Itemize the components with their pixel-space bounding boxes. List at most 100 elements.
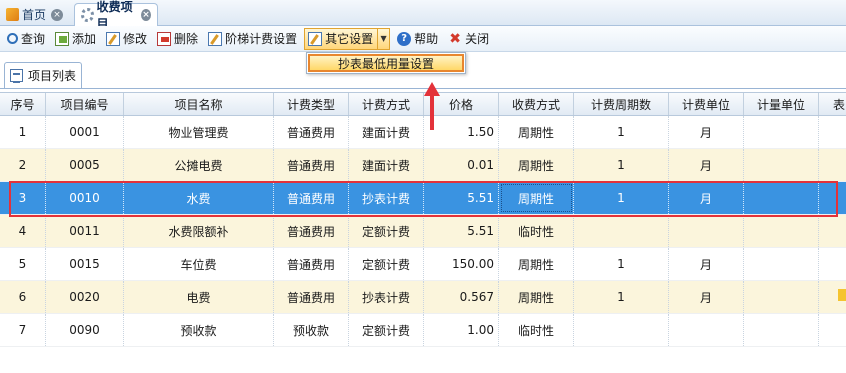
table-cell[interactable] xyxy=(574,314,669,346)
table-cell[interactable]: 临时性 xyxy=(499,314,574,346)
table-cell[interactable] xyxy=(669,314,744,346)
table-cell[interactable]: 6 xyxy=(0,281,46,313)
table-cell[interactable]: 0.01 xyxy=(424,149,499,181)
table-cell[interactable]: 0.567 xyxy=(424,281,499,313)
table-cell[interactable]: 周期性 xyxy=(499,182,574,214)
other-settings-button[interactable]: 其它设置 ▼ xyxy=(304,27,391,50)
table-cell[interactable]: 月 xyxy=(669,116,744,148)
table-cell[interactable]: 公摊电费 xyxy=(124,149,274,181)
table-cell[interactable]: 5.51 xyxy=(424,182,499,214)
table-row[interactable]: 1 0001 物业管理费 普通费用 建面计费 1.50 周期性 1 月 xyxy=(0,116,846,149)
table-cell[interactable]: 车位费 xyxy=(124,248,274,280)
table-cell[interactable]: 2 xyxy=(0,149,46,181)
table-cell[interactable] xyxy=(669,215,744,247)
table-cell[interactable] xyxy=(744,149,819,181)
chevron-down-icon[interactable]: ▼ xyxy=(377,28,389,49)
table-cell[interactable]: 定额计费 xyxy=(349,314,424,346)
table-cell[interactable]: 5.51 xyxy=(424,215,499,247)
table-cell[interactable] xyxy=(744,116,819,148)
table-cell[interactable]: 1 xyxy=(574,182,669,214)
table-cell[interactable]: 普通费用 xyxy=(274,182,349,214)
table-cell[interactable]: 月 xyxy=(669,149,744,181)
table-cell[interactable] xyxy=(819,215,846,247)
edit-button[interactable]: 修改 xyxy=(103,28,150,50)
tab-home[interactable]: 首页 × xyxy=(0,3,72,26)
table-cell[interactable]: 0015 xyxy=(46,248,124,280)
table-cell[interactable]: 5 xyxy=(0,248,46,280)
table-cell[interactable]: 7 xyxy=(0,314,46,346)
tab-fee-items[interactable]: 收费项目 × xyxy=(74,0,158,31)
table-cell[interactable]: 1 xyxy=(574,149,669,181)
table-row[interactable]: 4 0011 水费限额补 普通费用 定额计费 5.51 临时性 xyxy=(0,215,846,248)
table-cell[interactable] xyxy=(744,215,819,247)
table-cell[interactable]: 普通费用 xyxy=(274,281,349,313)
column-header[interactable]: 项目编号 xyxy=(46,93,124,115)
table-cell[interactable]: 周期性 xyxy=(499,116,574,148)
table-row[interactable]: 5 0015 车位费 普通费用 定额计费 150.00 周期性 1 月 xyxy=(0,248,846,281)
column-header[interactable]: 表 xyxy=(819,93,846,115)
table-cell[interactable]: 0090 xyxy=(46,314,124,346)
table-cell[interactable]: 月 xyxy=(669,281,744,313)
column-header[interactable]: 序号 xyxy=(0,93,46,115)
table-cell[interactable]: 1 xyxy=(574,116,669,148)
table-cell[interactable]: 普通费用 xyxy=(274,116,349,148)
close-button[interactable]: ✖ 关闭 xyxy=(445,28,492,50)
table-row[interactable]: 7 0090 预收款 预收款 定额计费 1.00 临时性 xyxy=(0,314,846,347)
table-cell[interactable]: 普通费用 xyxy=(274,215,349,247)
table-cell[interactable]: 预收款 xyxy=(124,314,274,346)
table-cell[interactable]: 1 xyxy=(574,248,669,280)
table-cell[interactable]: 周期性 xyxy=(499,149,574,181)
table-cell[interactable]: 150.00 xyxy=(424,248,499,280)
table-cell[interactable]: 0001 xyxy=(46,116,124,148)
table-cell[interactable]: 物业管理费 xyxy=(124,116,274,148)
column-header[interactable]: 计费方式 xyxy=(349,93,424,115)
column-header[interactable]: 收费方式 xyxy=(499,93,574,115)
table-cell[interactable]: 周期性 xyxy=(499,281,574,313)
table-cell[interactable] xyxy=(744,248,819,280)
table-cell[interactable]: 建面计费 xyxy=(349,149,424,181)
table-cell[interactable]: 普通费用 xyxy=(274,149,349,181)
close-icon[interactable]: × xyxy=(141,9,151,21)
table-cell[interactable] xyxy=(819,248,846,280)
close-icon[interactable]: × xyxy=(51,8,64,21)
table-cell[interactable] xyxy=(744,314,819,346)
table-cell[interactable] xyxy=(574,215,669,247)
table-cell[interactable]: 月 xyxy=(669,248,744,280)
column-header[interactable]: 计费类型 xyxy=(274,93,349,115)
table-cell[interactable]: 0005 xyxy=(46,149,124,181)
table-cell[interactable] xyxy=(819,149,846,181)
table-cell[interactable]: 普通费用 xyxy=(274,248,349,280)
table-cell[interactable] xyxy=(819,314,846,346)
table-cell[interactable]: 建面计费 xyxy=(349,116,424,148)
table-cell[interactable]: 1 xyxy=(574,281,669,313)
table-cell[interactable]: 0011 xyxy=(46,215,124,247)
table-cell[interactable] xyxy=(744,182,819,214)
table-cell[interactable]: 1 xyxy=(0,116,46,148)
table-cell[interactable]: 定额计费 xyxy=(349,248,424,280)
table-cell[interactable]: 定额计费 xyxy=(349,215,424,247)
column-header[interactable]: 计费周期数 xyxy=(574,93,669,115)
delete-button[interactable]: 删除 xyxy=(154,28,201,50)
column-header[interactable]: 计费单位 xyxy=(669,93,744,115)
table-cell[interactable]: 1.00 xyxy=(424,314,499,346)
table-cell[interactable]: 水费 xyxy=(124,182,274,214)
tab-item-list[interactable]: 项目列表 xyxy=(4,62,82,88)
table-cell[interactable]: 4 xyxy=(0,215,46,247)
tier-billing-button[interactable]: 阶梯计费设置 xyxy=(205,28,300,50)
menu-item-min-reading-usage[interactable]: 抄表最低用量设置 xyxy=(308,54,464,72)
table-row[interactable]: 6 0020 电费 普通费用 抄表计费 0.567 周期性 1 月 xyxy=(0,281,846,314)
table-cell[interactable] xyxy=(744,281,819,313)
column-header[interactable]: 项目名称 xyxy=(124,93,274,115)
table-cell[interactable]: 水费限额补 xyxy=(124,215,274,247)
table-cell[interactable]: 抄表计费 xyxy=(349,281,424,313)
query-button[interactable]: 查询 xyxy=(4,28,48,50)
add-button[interactable]: 添加 xyxy=(52,28,99,50)
table-cell[interactable] xyxy=(819,116,846,148)
table-cell[interactable]: 临时性 xyxy=(499,215,574,247)
table-cell[interactable]: 0010 xyxy=(46,182,124,214)
help-button[interactable]: ? 帮助 xyxy=(394,28,441,50)
table-cell[interactable]: 3 xyxy=(0,182,46,214)
table-row[interactable]: 2 0005 公摊电费 普通费用 建面计费 0.01 周期性 1 月 xyxy=(0,149,846,182)
column-header[interactable]: 计量单位 xyxy=(744,93,819,115)
table-row[interactable]: 3 0010 水费 普通费用 抄表计费 5.51 周期性 1 月 xyxy=(0,182,846,215)
